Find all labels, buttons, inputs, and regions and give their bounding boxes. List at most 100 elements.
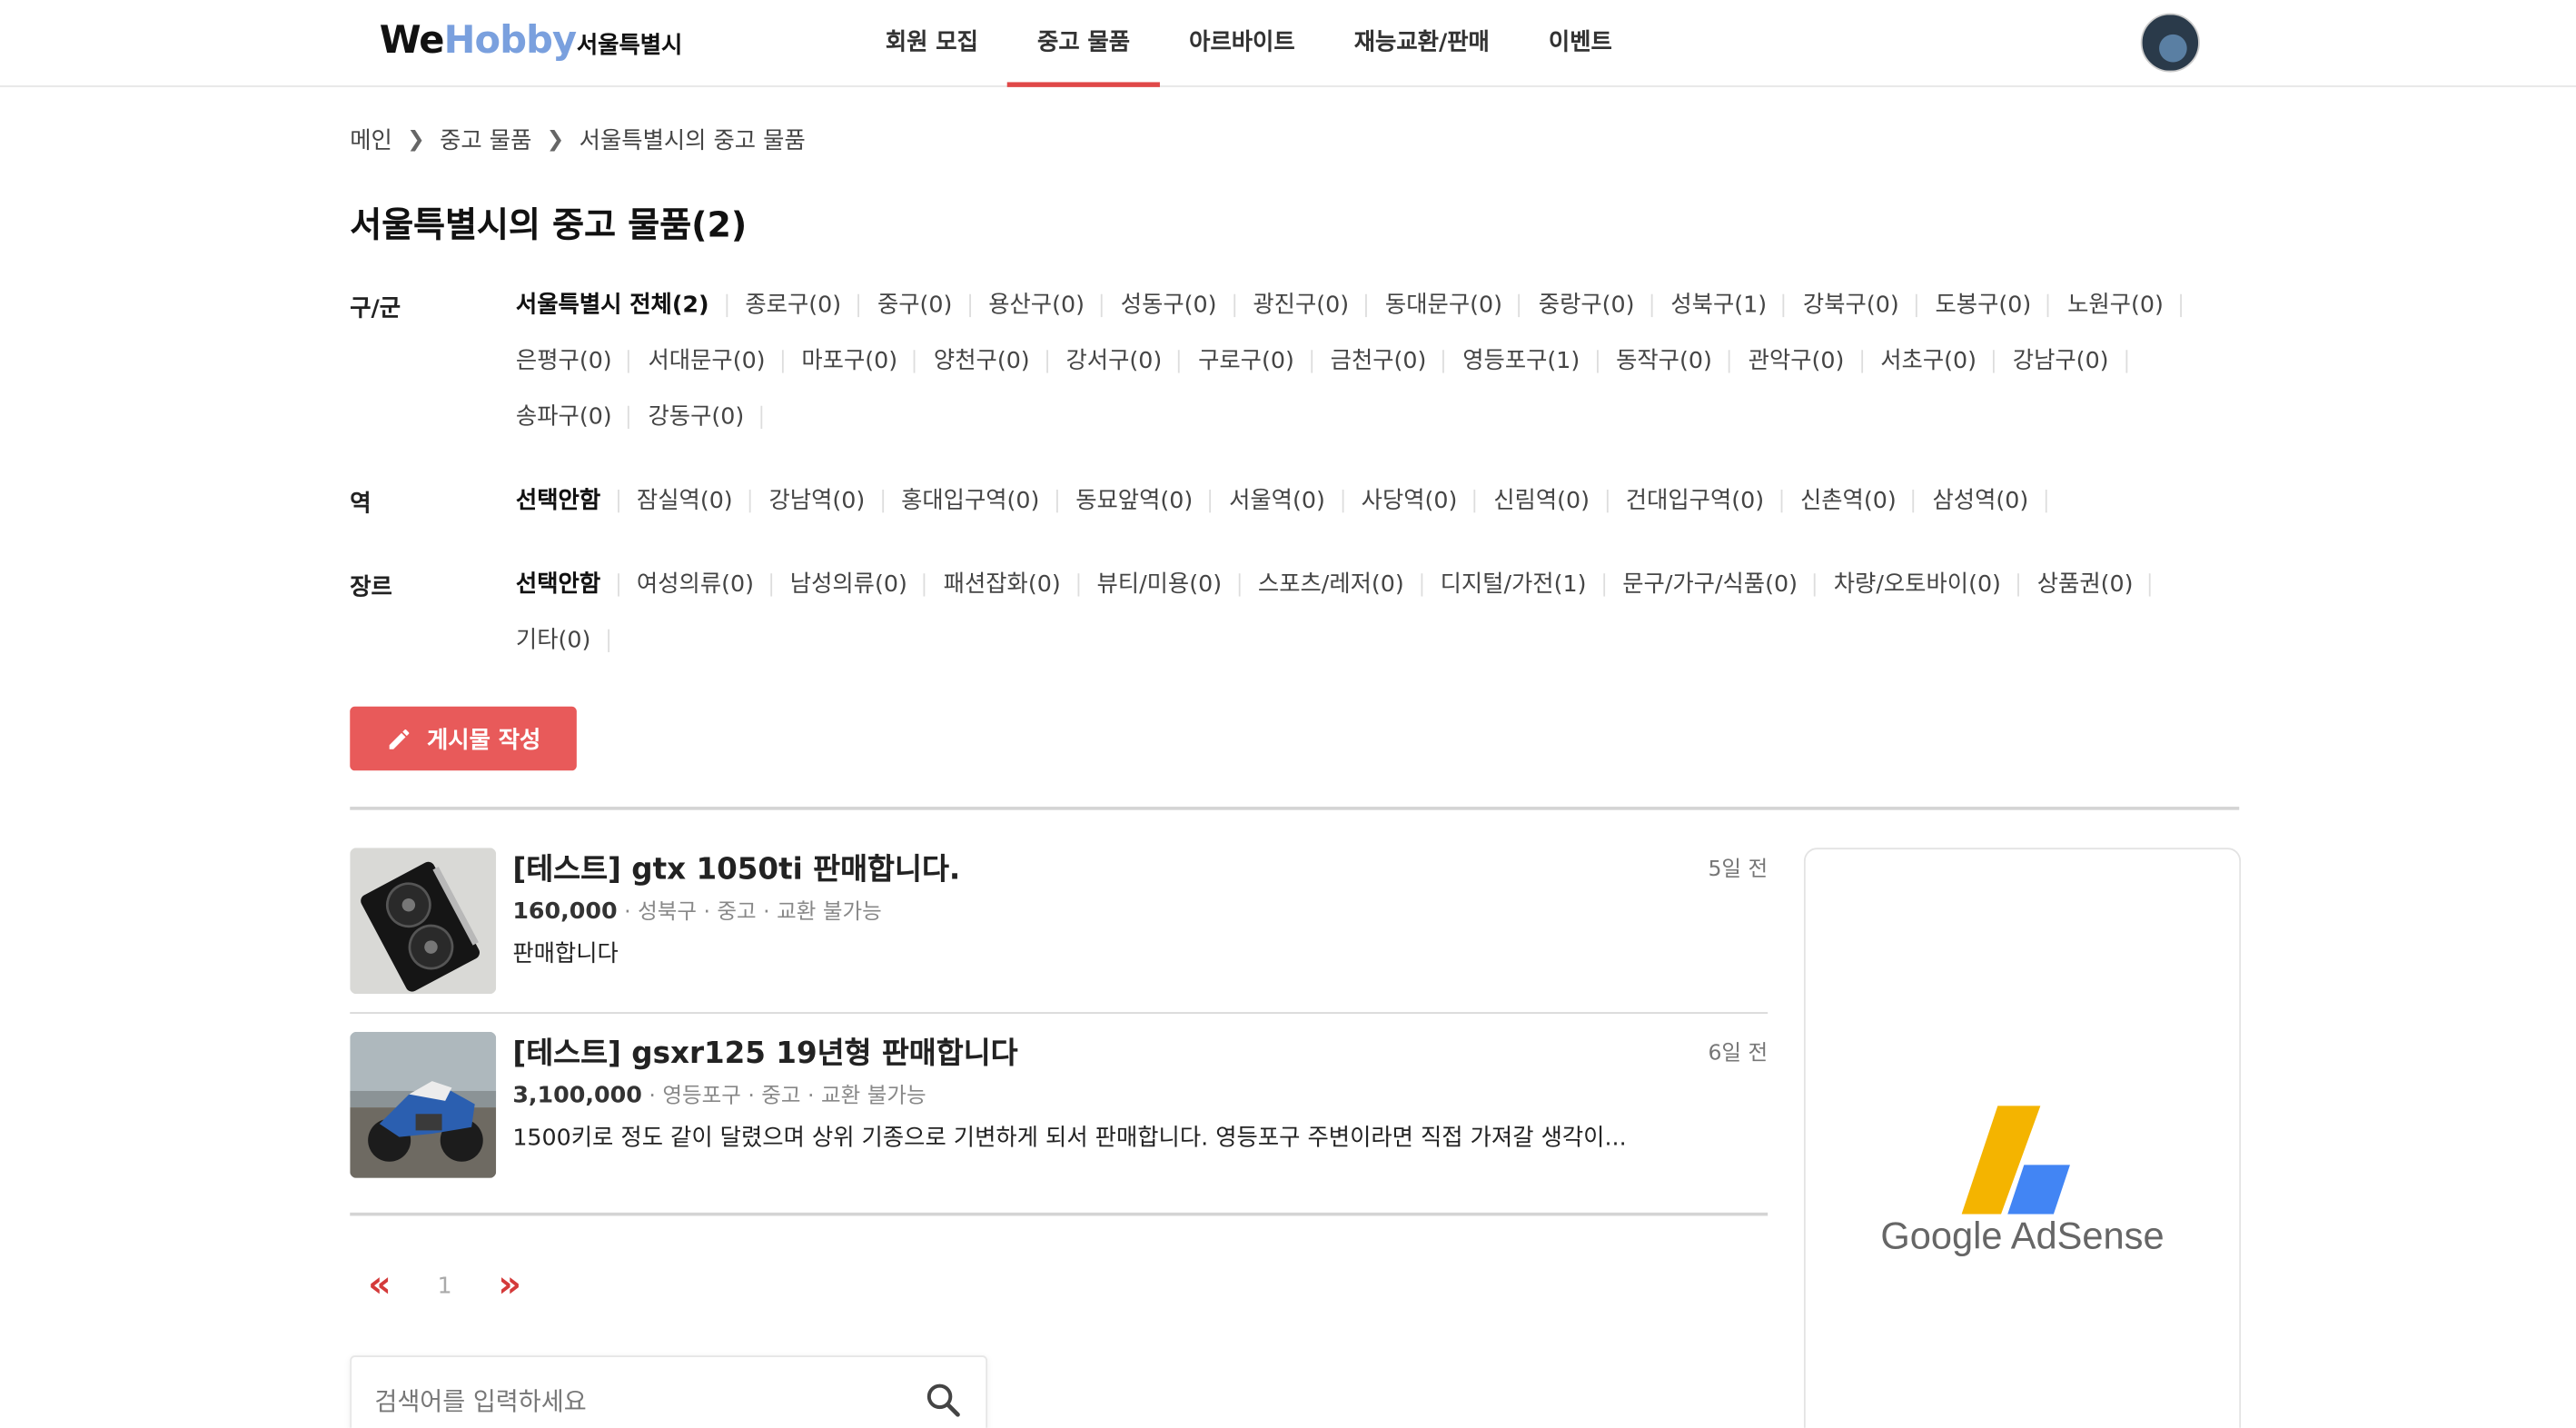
list-bottom-divider: [350, 1212, 1769, 1216]
listing-time: 5일 전: [1708, 858, 1769, 883]
district-chip[interactable]: 서초구(0): [1862, 333, 1996, 389]
station-chip[interactable]: 서울역(0): [1211, 473, 1344, 529]
station-chip[interactable]: 강남역(0): [751, 473, 885, 529]
breadcrumb-home[interactable]: 메인: [350, 124, 392, 156]
listing-separator: [350, 1012, 1769, 1014]
district-chip[interactable]: 영등포구(1): [1444, 333, 1599, 389]
station-filter-chips: 선택안함 잠실역(0) 강남역(0) 홍대입구역(0) 동묘앞역(0) 서울역(…: [498, 473, 2255, 529]
list-top-divider: [350, 807, 2240, 810]
district-chip[interactable]: 성북구(1): [1652, 278, 1786, 333]
page-title: 서울특별시의 중고 물품(2): [350, 205, 748, 245]
nav-event[interactable]: 이벤트: [1519, 0, 1641, 85]
prev-page-button[interactable]: «: [368, 1267, 391, 1304]
station-chip[interactable]: 삼성역(0): [1915, 473, 2048, 529]
genre-chip[interactable]: 상품권(0): [2019, 557, 2153, 612]
station-chip[interactable]: 잠실역(0): [619, 473, 752, 529]
genre-chip[interactable]: 패션잡화(0): [926, 557, 1080, 612]
district-chip[interactable]: 은평구(0): [498, 333, 631, 389]
genre-chip[interactable]: 기타(0): [498, 613, 609, 669]
motorcycle-thumbnail[interactable]: [350, 1031, 497, 1178]
nav-parttime[interactable]: 아르바이트: [1160, 0, 1325, 85]
station-chip[interactable]: 건대입구역(0): [1608, 473, 1783, 529]
nav-used-items[interactable]: 중고 물품: [1007, 0, 1161, 87]
district-chip[interactable]: 성동구(0): [1103, 278, 1236, 333]
listing-meta: 3,100,000 · 영등포구 · 중고 · 교환 불가능: [512, 1078, 926, 1109]
listing-details: · 성북구 · 중고 · 교환 불가능: [617, 900, 882, 926]
region-label[interactable]: 서울특별시: [577, 28, 682, 61]
user-avatar[interactable]: [2140, 13, 2200, 73]
nav-talent-exchange[interactable]: 재능교환/판매: [1324, 0, 1519, 85]
search-box: [350, 1355, 988, 1428]
station-chip[interactable]: 사당역(0): [1343, 473, 1477, 529]
next-page-button[interactable]: »: [498, 1267, 521, 1304]
top-header: WeHobby 서울특별시 회원 모집 중고 물품 아르바이트 재능교환/판매 …: [0, 0, 2576, 87]
station-chip[interactable]: 동묘앞역(0): [1057, 473, 1212, 529]
adsense-label: Google AdSense: [1880, 1214, 2165, 1257]
listing-price: 3,100,000: [512, 1082, 642, 1109]
district-chip[interactable]: 중구(0): [859, 278, 970, 333]
district-chip[interactable]: 용산구(0): [970, 278, 1104, 333]
district-chip[interactable]: 관악구(0): [1730, 333, 1864, 389]
graphics-card-thumbnail[interactable]: [350, 848, 497, 995]
genre-chip[interactable]: 문구/가구/식품(0): [1604, 557, 1816, 612]
genre-chip[interactable]: 여성의류(0): [619, 557, 773, 612]
search-input[interactable]: [371, 1376, 904, 1426]
genre-chip[interactable]: 스포츠/레저(0): [1240, 557, 1422, 612]
district-filter-chips: 서울특별시 전체(2) 종로구(0) 중구(0) 용산구(0) 성동구(0) 광…: [498, 278, 2255, 445]
wehobby-logo[interactable]: WeHobby: [380, 19, 577, 63]
district-chip[interactable]: 송파구(0): [498, 390, 631, 445]
chevron-right-icon: ❯: [546, 127, 565, 153]
district-chip[interactable]: 서대문구(0): [630, 333, 785, 389]
district-chip[interactable]: 마포구(0): [783, 333, 916, 389]
district-chip[interactable]: 금천구(0): [1313, 333, 1446, 389]
nav-recruit[interactable]: 회원 모집: [856, 0, 1007, 85]
district-chip[interactable]: 강서구(0): [1048, 333, 1182, 389]
pagination: « 1 »: [368, 1267, 521, 1304]
listing-price: 160,000: [512, 898, 618, 926]
listing-title[interactable]: [테스트] gtx 1050ti 판매합니다.: [512, 846, 960, 888]
breadcrumb-used-items[interactable]: 중고 물품: [440, 124, 531, 156]
district-chip[interactable]: 강동구(0): [630, 390, 764, 445]
listing-description: 1500키로 정도 같이 달렸으며 상위 기종으로 기변하게 되서 판매합니다.…: [512, 1125, 1627, 1152]
district-chip[interactable]: 동대문구(0): [1367, 278, 1521, 333]
district-chip[interactable]: 도봉구(0): [1917, 278, 2051, 333]
listing-details: · 영등포구 · 중고 · 교환 불가능: [641, 1084, 926, 1109]
listing-item[interactable]: [테스트] gtx 1050ti 판매합니다. 160,000 · 성북구 · …: [350, 848, 1768, 1012]
listing-meta: 160,000 · 성북구 · 중고 · 교환 불가능: [512, 894, 881, 925]
district-chip[interactable]: 광진구(0): [1234, 278, 1368, 333]
listing-description: 판매합니다: [512, 941, 619, 968]
district-chip[interactable]: 종로구(0): [727, 278, 860, 333]
station-chip[interactable]: 선택안함: [498, 473, 619, 529]
main-nav: 회원 모집 중고 물품 아르바이트 재능교환/판매 이벤트: [856, 0, 1641, 87]
search-icon[interactable]: [923, 1380, 962, 1419]
genre-chip[interactable]: 차량/오토바이(0): [1816, 557, 2019, 612]
station-chip[interactable]: 신촌역(0): [1782, 473, 1916, 529]
chevron-right-icon: ❯: [407, 127, 425, 153]
breadcrumb-current: 서울특별시의 중고 물품: [579, 128, 806, 155]
district-chip[interactable]: 강남구(0): [1995, 333, 2128, 389]
genre-chip[interactable]: 선택안함: [498, 557, 619, 612]
district-chip[interactable]: 양천구(0): [916, 333, 1049, 389]
adsense-logo-icon: [1961, 1106, 2070, 1215]
page-number[interactable]: 1: [438, 1274, 452, 1300]
breadcrumb: 메인 ❯ 중고 물품 ❯ 서울특별시의 중고 물품: [350, 124, 805, 156]
district-chip[interactable]: 동작구(0): [1598, 333, 1731, 389]
genre-chip[interactable]: 디지털/가전(1): [1422, 557, 1605, 612]
genre-chip[interactable]: 남성의류(0): [772, 557, 926, 612]
district-chip[interactable]: 구로구(0): [1180, 333, 1313, 389]
adsense-box[interactable]: Google AdSense: [1803, 848, 2242, 1428]
listing-title[interactable]: [테스트] gsxr125 19년형 판매합니다: [512, 1030, 1017, 1073]
district-chip[interactable]: 중랑구(0): [1521, 278, 1654, 333]
write-post-button[interactable]: 게시물 작성: [350, 706, 577, 771]
district-chip[interactable]: 서울특별시 전체(2): [498, 278, 727, 333]
listing-item[interactable]: [테스트] gsxr125 19년형 판매합니다 3,100,000 · 영등포…: [350, 1030, 1769, 1196]
station-chip[interactable]: 신림역(0): [1475, 473, 1609, 529]
genre-chip[interactable]: 뷰티/미용(0): [1079, 557, 1241, 612]
station-filter-label: 역: [350, 491, 372, 518]
station-chip[interactable]: 홍대입구역(0): [883, 473, 1058, 529]
district-chip[interactable]: 노원구(0): [2049, 278, 2183, 333]
listing-time: 6일 전: [1708, 1041, 1769, 1066]
write-post-label: 게시물 작성: [427, 727, 541, 754]
logo-hobby: Hobby: [443, 19, 577, 63]
district-chip[interactable]: 강북구(0): [1785, 278, 1918, 333]
